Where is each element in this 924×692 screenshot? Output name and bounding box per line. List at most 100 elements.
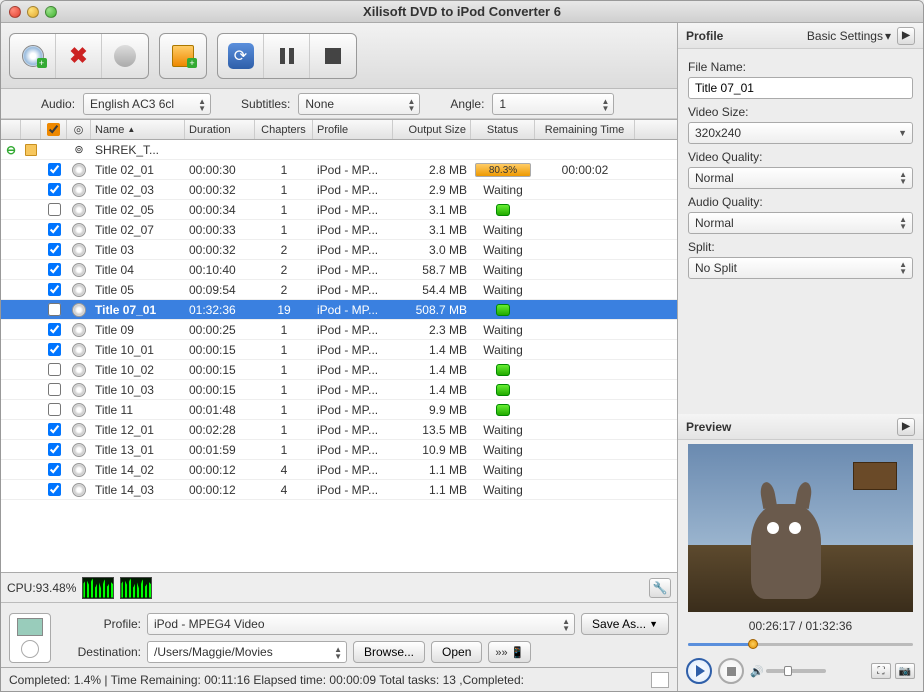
table-row[interactable]: Title 10_0100:00:151iPod - MP...1.4 MBWa… bbox=[1, 340, 677, 360]
info-button[interactable] bbox=[102, 34, 148, 78]
row-checkbox[interactable] bbox=[48, 463, 61, 476]
check-all-header[interactable] bbox=[41, 120, 67, 139]
remaining-header[interactable]: Remaining Time bbox=[535, 120, 635, 139]
chapters-header[interactable]: Chapters bbox=[255, 120, 313, 139]
table-row[interactable]: Title 1100:01:481iPod - MP...9.9 MB bbox=[1, 400, 677, 420]
name-header[interactable]: Name▲ bbox=[91, 120, 185, 139]
done-badge bbox=[496, 304, 510, 316]
preview-seek-slider[interactable] bbox=[688, 639, 913, 649]
split-select[interactable]: No Split▲▼ bbox=[688, 257, 913, 279]
table-body[interactable]: ⊖⊚SHREK_T...Title 02_0100:00:301iPod - M… bbox=[1, 140, 677, 572]
row-checkbox[interactable] bbox=[48, 283, 61, 296]
row-duration: 00:02:28 bbox=[185, 420, 255, 439]
row-checkbox[interactable] bbox=[48, 343, 61, 356]
row-checkbox[interactable] bbox=[48, 183, 61, 196]
volume-slider[interactable] bbox=[766, 669, 826, 673]
table-row[interactable]: Title 02_0300:00:321iPod - MP...2.9 MBWa… bbox=[1, 180, 677, 200]
row-checkbox[interactable] bbox=[48, 443, 61, 456]
collapse-icon[interactable]: ⊖ bbox=[6, 143, 16, 157]
open-button[interactable]: Open bbox=[431, 641, 482, 663]
row-checkbox[interactable] bbox=[48, 223, 61, 236]
row-size: 54.4 MB bbox=[393, 280, 471, 299]
row-size: 508.7 MB bbox=[393, 300, 471, 319]
row-checkbox[interactable] bbox=[48, 383, 61, 396]
row-checkbox[interactable] bbox=[48, 243, 61, 256]
basic-settings-dropdown[interactable]: Basic Settings ▾ bbox=[807, 29, 891, 43]
row-checkbox[interactable] bbox=[48, 303, 61, 316]
table-row[interactable]: Title 10_0300:00:151iPod - MP...1.4 MB bbox=[1, 380, 677, 400]
row-checkbox[interactable] bbox=[48, 263, 61, 276]
filename-input[interactable] bbox=[688, 77, 913, 99]
table-row[interactable]: Title 0900:00:251iPod - MP...2.3 MBWaiti… bbox=[1, 320, 677, 340]
table-root-row[interactable]: ⊖⊚SHREK_T... bbox=[1, 140, 677, 160]
row-checkbox[interactable] bbox=[48, 423, 61, 436]
subtitles-label: Subtitles: bbox=[241, 97, 290, 111]
row-name: Title 02_05 bbox=[91, 200, 185, 219]
disc-header[interactable]: ◎ bbox=[67, 120, 91, 139]
task-list-button[interactable] bbox=[651, 672, 669, 688]
disc-icon bbox=[72, 243, 86, 257]
table-row[interactable]: Title 0300:00:322iPod - MP...3.0 MBWaiti… bbox=[1, 240, 677, 260]
preview-panel-collapse-button[interactable]: ▶ bbox=[897, 418, 915, 436]
row-name: Title 03 bbox=[91, 240, 185, 259]
table-row[interactable]: Title 13_0100:01:591iPod - MP...10.9 MBW… bbox=[1, 440, 677, 460]
row-checkbox[interactable] bbox=[48, 403, 61, 416]
profile-header[interactable]: Profile bbox=[313, 120, 393, 139]
save-as-button[interactable]: Save As... ▼ bbox=[581, 613, 669, 635]
table-row[interactable]: Title 0500:09:542iPod - MP...54.4 MBWait… bbox=[1, 280, 677, 300]
profile-select[interactable]: iPod - MPEG4 Video▲▼ bbox=[147, 613, 575, 635]
settings-button[interactable]: 🔧 bbox=[649, 578, 671, 598]
audioquality-select[interactable]: Normal▲▼ bbox=[688, 212, 913, 234]
add-clip-button[interactable]: + bbox=[160, 34, 206, 78]
cpu-label: CPU:93.48% bbox=[7, 581, 76, 595]
preview-video[interactable] bbox=[688, 444, 913, 612]
stop-button[interactable] bbox=[718, 658, 744, 684]
row-checkbox[interactable] bbox=[48, 203, 61, 216]
angle-select[interactable]: 1▲▼ bbox=[492, 93, 614, 115]
row-remaining bbox=[535, 220, 635, 239]
destination-field[interactable]: /Users/Maggie/Movies▲▼ bbox=[147, 641, 347, 663]
transfer-to-device-button[interactable]: »» 📱 bbox=[488, 641, 531, 663]
table-row[interactable]: Title 10_0200:00:151iPod - MP...1.4 MB bbox=[1, 360, 677, 380]
videoquality-select[interactable]: Normal▲▼ bbox=[688, 167, 913, 189]
row-chapters: 1 bbox=[255, 180, 313, 199]
table-row[interactable]: Title 02_0100:00:301iPod - MP...2.8 MB80… bbox=[1, 160, 677, 180]
stop-convert-button[interactable] bbox=[310, 34, 356, 78]
row-remaining bbox=[535, 280, 635, 299]
status-header[interactable]: Status bbox=[471, 120, 535, 139]
convert-button[interactable]: ⟳ bbox=[218, 34, 264, 78]
fullscreen-button[interactable]: ⛶ bbox=[871, 663, 891, 679]
duration-header[interactable]: Duration bbox=[185, 120, 255, 139]
row-chapters: 1 bbox=[255, 220, 313, 239]
profile-panel-collapse-button[interactable]: ▶ bbox=[897, 27, 915, 45]
table-row[interactable]: Title 02_0700:00:331iPod - MP...3.1 MBWa… bbox=[1, 220, 677, 240]
snapshot-button[interactable]: 📷 bbox=[895, 663, 915, 679]
row-name: Title 05 bbox=[91, 280, 185, 299]
table-row[interactable]: Title 14_0300:00:124iPod - MP...1.1 MBWa… bbox=[1, 480, 677, 500]
add-dvd-button[interactable]: + bbox=[10, 34, 56, 78]
disc-icon bbox=[72, 383, 86, 397]
subtitles-select[interactable]: None▲▼ bbox=[298, 93, 420, 115]
videosize-label: Video Size: bbox=[688, 105, 913, 119]
play-button[interactable] bbox=[686, 658, 712, 684]
row-checkbox[interactable] bbox=[48, 323, 61, 336]
row-checkbox[interactable] bbox=[48, 363, 61, 376]
row-chapters: 1 bbox=[255, 320, 313, 339]
row-checkbox[interactable] bbox=[48, 163, 61, 176]
row-profile: iPod - MP... bbox=[313, 440, 393, 459]
row-name: Title 14_03 bbox=[91, 480, 185, 499]
browse-button[interactable]: Browse... bbox=[353, 641, 425, 663]
row-checkbox[interactable] bbox=[48, 483, 61, 496]
row-size: 1.1 MB bbox=[393, 480, 471, 499]
output-size-header[interactable]: Output Size bbox=[393, 120, 471, 139]
pause-convert-button[interactable] bbox=[264, 34, 310, 78]
videosize-select[interactable]: 320x240▼ bbox=[688, 122, 913, 144]
delete-button[interactable]: ✖ bbox=[56, 34, 102, 78]
table-row[interactable]: Title 12_0100:02:281iPod - MP...13.5 MBW… bbox=[1, 420, 677, 440]
volume-icon[interactable]: 🔊 bbox=[750, 665, 760, 678]
table-row[interactable]: Title 07_0101:32:3619iPod - MP...508.7 M… bbox=[1, 300, 677, 320]
table-row[interactable]: Title 0400:10:402iPod - MP...58.7 MBWait… bbox=[1, 260, 677, 280]
audio-select[interactable]: English AC3 6cl▲▼ bbox=[83, 93, 211, 115]
table-row[interactable]: Title 14_0200:00:124iPod - MP...1.1 MBWa… bbox=[1, 460, 677, 480]
table-row[interactable]: Title 02_0500:00:341iPod - MP...3.1 MB bbox=[1, 200, 677, 220]
